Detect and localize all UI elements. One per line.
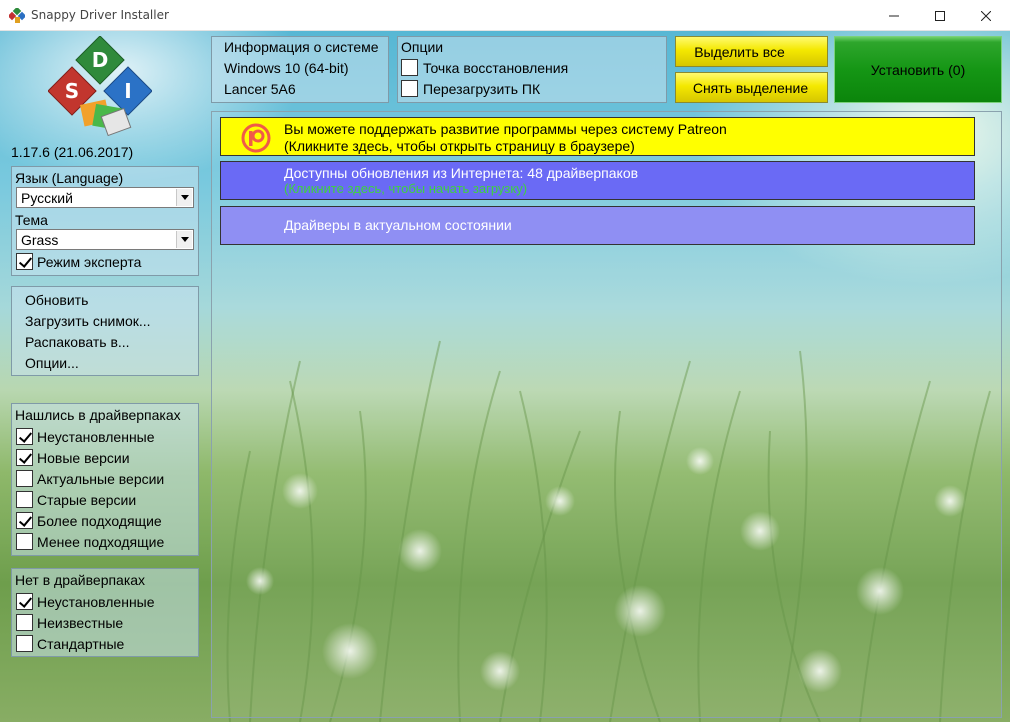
language-value: Русский xyxy=(21,190,73,206)
notfound-filter-checkbox[interactable] xyxy=(16,593,33,610)
uptodate-banner: Драйверы в актуальном состоянии xyxy=(220,206,975,245)
found-filter-checkbox[interactable] xyxy=(16,533,33,550)
options-title: Опции xyxy=(401,39,444,55)
svg-text:D: D xyxy=(92,48,109,72)
svg-text:I: I xyxy=(124,79,131,103)
maximize-button[interactable] xyxy=(917,0,963,31)
device-model: Lancer 5A6 xyxy=(224,81,296,97)
reboot-label[interactable]: Перезагрузить ПК xyxy=(423,81,540,97)
chevron-down-icon[interactable] xyxy=(176,189,192,206)
minimize-button[interactable] xyxy=(871,0,917,31)
notfound-filter-label[interactable]: Неустановленные xyxy=(37,594,155,610)
patreon-banner[interactable]: Вы можете поддержать развитие программы … xyxy=(220,117,975,156)
extract-to-action[interactable]: Распаковать в... xyxy=(25,334,130,350)
found-filter-label[interactable]: Новые версии xyxy=(37,450,130,466)
close-icon xyxy=(981,10,991,21)
minimize-icon xyxy=(889,15,899,16)
svg-text:S: S xyxy=(65,79,79,103)
found-filter-label[interactable]: Более подходящие xyxy=(37,513,162,529)
found-filter-label[interactable]: Неустановленные xyxy=(37,429,155,445)
title-bar: Snappy Driver Installer xyxy=(0,0,1010,31)
notfound-filter-label[interactable]: Стандартные xyxy=(37,636,124,652)
notfound-filter-title: Нет в драйверпаках xyxy=(15,572,146,588)
updates-banner[interactable]: Доступны обновления из Интернета: 48 дра… xyxy=(220,161,975,200)
uptodate-text: Драйверы в актуальном состоянии xyxy=(284,217,512,233)
reboot-checkbox[interactable] xyxy=(401,80,418,97)
found-filter-label[interactable]: Менее подходящие xyxy=(37,534,164,550)
restore-point-label[interactable]: Точка восстановления xyxy=(423,60,568,76)
theme-select[interactable]: Grass xyxy=(16,229,194,250)
language-label: Язык (Language) xyxy=(15,170,124,186)
patreon-link[interactable]: (Кликните здесь, чтобы открыть страницу … xyxy=(284,138,635,154)
found-filter-checkbox[interactable] xyxy=(16,512,33,529)
theme-value: Grass xyxy=(21,232,59,248)
os-version: Windows 10 (64-bit) xyxy=(224,60,349,76)
select-all-button[interactable]: Выделить все xyxy=(675,36,828,67)
drivers-list: Вы можете поддержать развитие программы … xyxy=(211,111,1002,718)
sdi-logo: D S I xyxy=(48,36,152,137)
notfound-filter-label[interactable]: Неизвестные xyxy=(37,615,123,631)
app-icon xyxy=(9,8,25,23)
theme-label: Тема xyxy=(15,212,48,228)
system-info-panel[interactable]: Информация о системе Windows 10 (64-bit)… xyxy=(211,36,389,103)
window-title: Snappy Driver Installer xyxy=(31,8,169,22)
notfound-filter-panel: Нет в драйверпаках Неустановленные Неизв… xyxy=(11,568,199,657)
expert-mode-checkbox[interactable] xyxy=(16,253,33,270)
chevron-down-icon[interactable] xyxy=(176,231,192,248)
options-action[interactable]: Опции... xyxy=(25,355,79,371)
notfound-filter-checkbox[interactable] xyxy=(16,635,33,652)
install-button[interactable]: Установить (0) xyxy=(834,36,1002,103)
found-filter-checkbox[interactable] xyxy=(16,491,33,508)
found-filter-checkbox[interactable] xyxy=(16,428,33,445)
refresh-action[interactable]: Обновить xyxy=(25,292,88,308)
updates-text: Доступны обновления из Интернета: 48 дра… xyxy=(284,165,639,181)
expert-mode-label[interactable]: Режим эксперта xyxy=(37,254,141,270)
actions-panel: Обновить Загрузить снимок... Распаковать… xyxy=(11,286,199,376)
notfound-filter-checkbox[interactable] xyxy=(16,614,33,631)
language-select[interactable]: Русский xyxy=(16,187,194,208)
options-panel: Опции Точка восстановления Перезагрузить… xyxy=(397,36,667,103)
found-filter-label[interactable]: Актуальные версии xyxy=(37,471,164,487)
patreon-icon xyxy=(241,123,271,153)
found-filter-checkbox[interactable] xyxy=(16,449,33,466)
deselect-button[interactable]: Снять выделение xyxy=(675,72,828,103)
system-info-title: Информация о системе xyxy=(224,39,379,55)
settings-panel: Язык (Language) Русский Тема Grass Режим… xyxy=(11,166,199,276)
found-filter-label[interactable]: Старые версии xyxy=(37,492,136,508)
found-filter-panel: Нашлись в драйверпаках Неустановленные Н… xyxy=(11,403,199,556)
found-filter-checkbox[interactable] xyxy=(16,470,33,487)
updates-link[interactable]: (Кликните здесь, чтобы начать загрузку) xyxy=(284,181,527,196)
load-snapshot-action[interactable]: Загрузить снимок... xyxy=(25,313,151,329)
maximize-icon xyxy=(935,10,945,21)
found-filter-title: Нашлись в драйверпаках xyxy=(15,407,181,423)
version-label: 1.17.6 (21.06.2017) xyxy=(11,144,134,160)
restore-point-checkbox[interactable] xyxy=(401,59,418,76)
patreon-text: Вы можете поддержать развитие программы … xyxy=(284,121,727,137)
main-window-body: D S I 1.17.6 (21.06.2017) Язык (Language… xyxy=(0,31,1010,722)
close-button[interactable] xyxy=(963,0,1009,31)
